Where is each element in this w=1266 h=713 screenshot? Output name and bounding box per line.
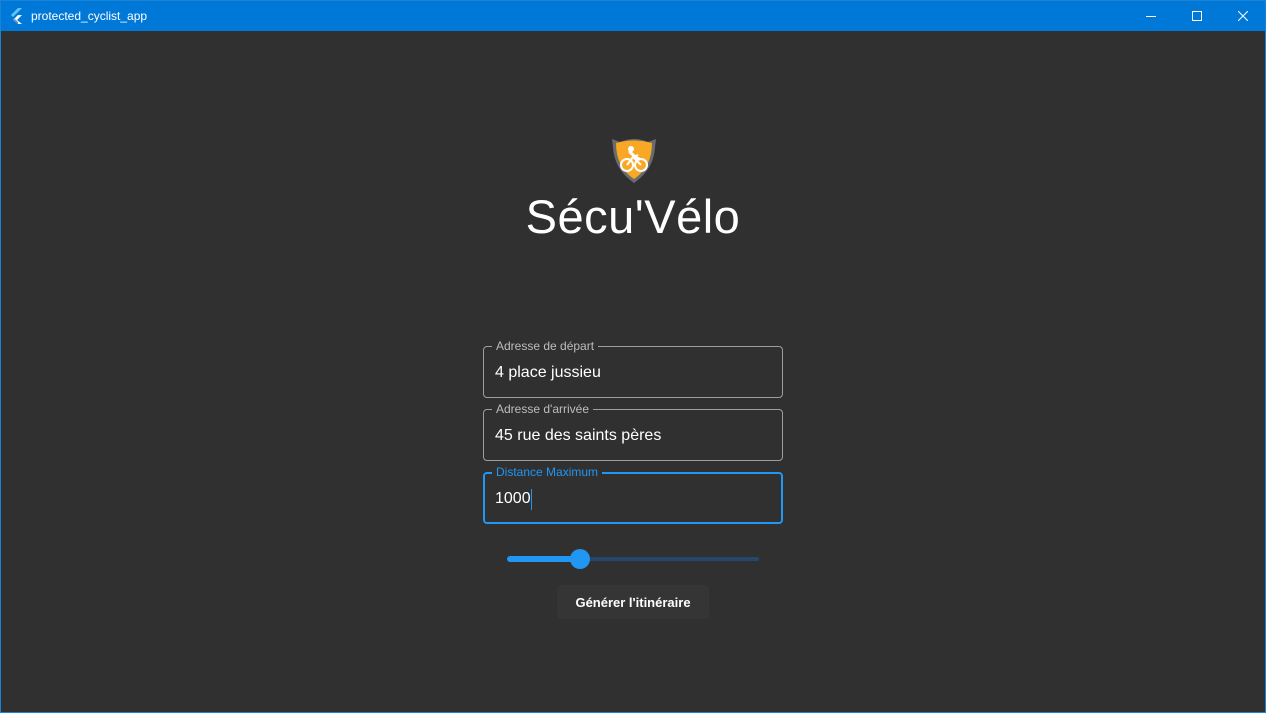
maximize-icon: [1192, 11, 1202, 21]
max-distance-field[interactable]: Distance Maximum: [483, 465, 783, 524]
end-address-label: Adresse d'arrivée: [492, 402, 593, 416]
main-content: Sécu'Vélo Adresse de départ Adresse d'ar…: [1, 31, 1265, 712]
title-bar[interactable]: protected_cyclist_app: [1, 1, 1265, 31]
generate-route-button[interactable]: Générer l'itinéraire: [557, 585, 709, 619]
app-title: Sécu'Vélo: [525, 190, 741, 243]
minimize-icon: [1146, 16, 1156, 17]
start-address-input[interactable]: [495, 363, 765, 383]
end-address-input[interactable]: [495, 426, 765, 446]
end-address-field[interactable]: Adresse d'arrivée: [483, 402, 783, 461]
minimize-button[interactable]: [1128, 1, 1174, 31]
max-distance-label: Distance Maximum: [492, 465, 603, 479]
maximize-button[interactable]: [1174, 1, 1220, 31]
window-title: protected_cyclist_app: [31, 9, 148, 23]
start-address-field[interactable]: Adresse de départ: [483, 339, 783, 398]
slider-thumb[interactable]: [570, 549, 590, 569]
close-button[interactable]: [1220, 1, 1266, 31]
app-window: protected_cyclist_app Sécu'Vélo Adresse …: [0, 0, 1266, 713]
distance-slider[interactable]: [507, 547, 761, 571]
close-icon: [1238, 11, 1248, 21]
start-address-label: Adresse de départ: [492, 339, 599, 353]
flutter-logo-icon: [11, 8, 22, 24]
max-distance-input[interactable]: [495, 489, 765, 509]
cyclist-shield-icon: [612, 139, 656, 183]
text-caret: [531, 489, 532, 510]
